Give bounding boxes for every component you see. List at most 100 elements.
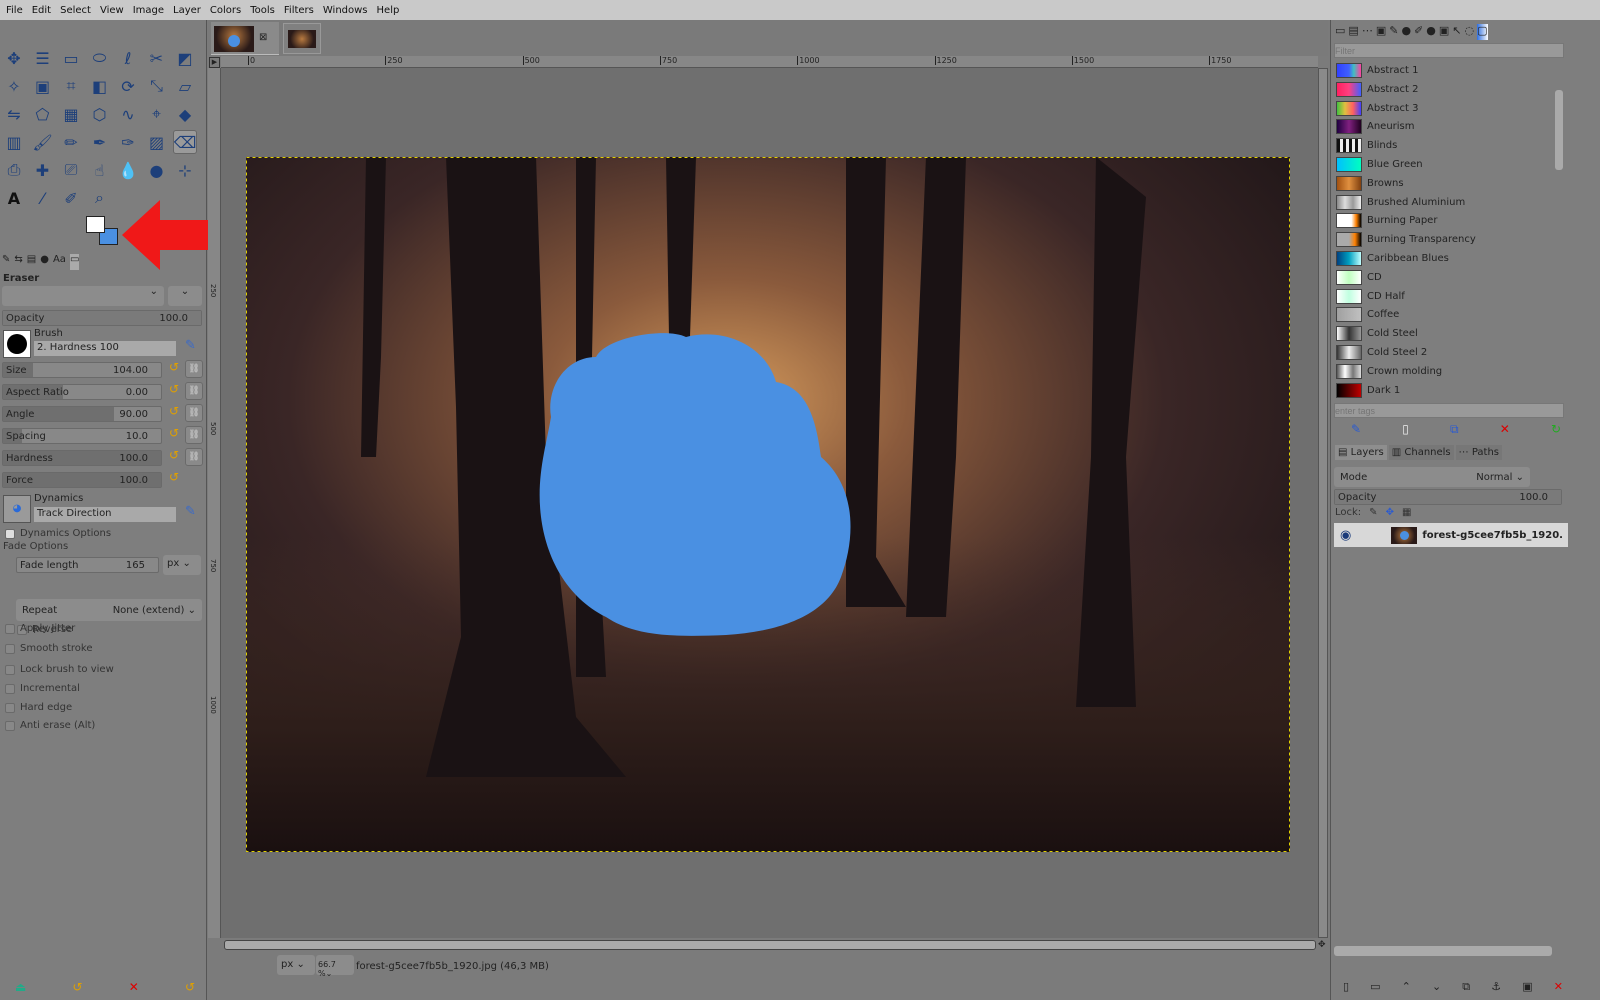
duplicate-layer-icon[interactable]: ⧉ [1462, 980, 1470, 994]
opacity-slider[interactable]: Opacity 100.0 [2, 310, 202, 326]
tags-input[interactable] [1334, 403, 1564, 418]
new-group-icon[interactable]: ▭ [1370, 980, 1380, 994]
paintbrush-icon[interactable]: 🖌 [31, 130, 55, 154]
layer-opacity-slider[interactable]: Opacity 100.0 [1334, 489, 1562, 505]
restore-options-icon[interactable]: ↺ [73, 980, 83, 994]
paths-dock-tab[interactable]: ⋯ [1362, 24, 1373, 40]
visibility-eye-icon[interactable]: ◉ [1340, 528, 1351, 543]
duplicate-gradient-icon[interactable]: ⧉ [1450, 422, 1459, 437]
unit-select[interactable]: px ⌄ [277, 955, 315, 975]
image-tab-active[interactable]: ⊠ [211, 22, 279, 55]
lower-layer-icon[interactable]: ⌄ [1432, 980, 1441, 994]
hard-edge-checkbox[interactable]: Hard edge [5, 702, 72, 713]
image-tab[interactable] [283, 23, 321, 54]
vertical-scrollbar[interactable] [1318, 68, 1328, 938]
gradient-item[interactable]: Cold Steel 2 [1336, 344, 1427, 361]
paths-icon[interactable]: ✐ [59, 186, 83, 210]
gradient-item[interactable]: Abstract 2 [1336, 81, 1419, 98]
link-icon[interactable]: ⛓ [185, 360, 203, 378]
handle-transform-icon[interactable]: ⌖ [145, 102, 169, 126]
gradient-item[interactable]: Aneurism [1336, 118, 1415, 135]
eraser-icon[interactable]: ⌫ [173, 130, 197, 154]
smooth-stroke-checkbox[interactable]: Smooth stroke [5, 643, 93, 654]
gradient-item[interactable]: Burning Transparency [1336, 231, 1476, 248]
layer-row[interactable]: ◉ forest-g5cee7fb5b_1920.jpg [1334, 523, 1568, 547]
cage-icon[interactable]: ⬡ [88, 102, 112, 126]
canvas-area[interactable] [221, 68, 1318, 938]
rotate-icon[interactable]: ⟳ [116, 74, 140, 98]
patterns-tab[interactable]: ● [1426, 24, 1436, 40]
measure-icon[interactable]: ⊹ [173, 158, 197, 182]
pencil-icon[interactable]: ✏ [59, 130, 83, 154]
flip-icon[interactable]: ⇋ [2, 102, 26, 126]
menu-select[interactable]: Select [60, 5, 91, 16]
incremental-checkbox[interactable]: Incremental [5, 683, 80, 694]
heal-icon[interactable]: ✚ [31, 158, 55, 182]
color-select-icon[interactable]: ▣ [31, 74, 55, 98]
tool-options-tab[interactable]: ✎ [2, 254, 10, 270]
fonts-tab[interactable]: Aa [53, 254, 66, 270]
new-gradient-icon[interactable]: ▯ [1402, 422, 1409, 437]
anchor-icon[interactable]: ⚓ [1491, 980, 1501, 994]
scissors-icon[interactable]: ✂ [145, 46, 169, 70]
zoom-icon[interactable]: ⌕ [88, 186, 112, 210]
edit-brush-icon[interactable]: ✎ [185, 338, 196, 353]
free-select-icon[interactable]: ℓ [116, 46, 140, 70]
new-layer-icon[interactable]: ▯ [1343, 980, 1349, 994]
lock-position-icon[interactable]: ✥ [1386, 507, 1394, 518]
fade-unit-select[interactable]: px ⌄ [163, 555, 201, 575]
gradient-item[interactable]: Dark 1 [1336, 382, 1400, 399]
gradient-item[interactable]: Brushed Aluminium [1336, 194, 1465, 211]
gradient-filter-input[interactable] [1334, 43, 1564, 58]
gradient-item[interactable]: Blue Green [1336, 156, 1423, 173]
aspect-ratio-slider[interactable]: Aspect Ratio 0.00 [2, 384, 162, 400]
fuzzy-select-icon[interactable]: ✧ [2, 74, 26, 98]
blur-icon[interactable]: 💧 [116, 158, 140, 182]
gradient-icon[interactable]: ▥ [2, 130, 26, 154]
force-slider[interactable]: Force 100.0 [2, 472, 162, 488]
text-icon[interactable]: A [2, 186, 26, 210]
device-status-tab[interactable]: ⇆ [14, 254, 22, 270]
anti-erase-alt-checkbox[interactable]: Anti erase (Alt) [5, 720, 95, 731]
gradient-list-scrollbar[interactable] [1555, 90, 1563, 170]
reset-icon[interactable]: ↺ [169, 470, 179, 484]
delete-layer-icon[interactable]: ✕ [1554, 980, 1563, 994]
tab-paths[interactable]: ⋯ Paths [1455, 445, 1503, 460]
device-tab[interactable]: ▤ [1348, 24, 1358, 40]
gradient-item[interactable]: Abstract 1 [1336, 62, 1419, 79]
gradient-item[interactable]: Coffee [1336, 306, 1399, 323]
preset-select[interactable]: ⌄ [2, 286, 164, 306]
reset-icon[interactable]: ↺ [169, 426, 179, 440]
brush-name-field[interactable]: 2. Hardness 100 [34, 341, 176, 356]
tool-options-dock-tab[interactable]: ▭ [1335, 24, 1345, 40]
save-options-icon[interactable]: ⏏ [15, 980, 26, 994]
foreground-select-icon[interactable]: ◩ [173, 46, 197, 70]
navigate-icon[interactable]: ✥ [1318, 940, 1326, 950]
size-slider[interactable]: Size 104.00 [2, 362, 162, 378]
layers-scrollbar[interactable] [1334, 946, 1552, 956]
raise-layer-icon[interactable]: ⌃ [1402, 980, 1411, 994]
close-tab-icon[interactable]: ⊠ [259, 32, 267, 43]
lock-brush-to-view-checkbox[interactable]: Lock brush to view [5, 664, 114, 675]
mypaint-icon[interactable]: ▨ [145, 130, 169, 154]
airbrush-icon[interactable]: ✒ [88, 130, 112, 154]
palette-tab[interactable]: ▣ [1439, 24, 1449, 40]
layer-name[interactable]: forest-g5cee7fb5b_1920.jpg [1422, 530, 1562, 541]
dynamics-field[interactable]: Track Direction [34, 507, 176, 522]
color-picker-icon[interactable]: ⁄ [31, 186, 55, 210]
tab-channels[interactable]: ▥ Channels [1388, 445, 1454, 460]
brushes-dock-tab[interactable]: ● [1401, 24, 1411, 40]
smudge-icon[interactable]: ☝ [88, 158, 112, 182]
gradient-item[interactable]: CD [1336, 269, 1382, 286]
foreground-color-swatch[interactable] [86, 216, 105, 233]
gradient-item[interactable]: Blinds [1336, 137, 1397, 154]
mask-icon[interactable]: ▣ [1522, 980, 1532, 994]
horizontal-scrollbar[interactable] [224, 940, 1316, 950]
link-icon[interactable]: ⛓ [185, 426, 203, 444]
align-icon[interactable]: ☰ [31, 46, 55, 70]
edit-gradient-icon[interactable]: ✎ [1351, 422, 1361, 437]
menu-file[interactable]: File [6, 5, 23, 16]
menu-layer[interactable]: Layer [173, 5, 201, 16]
zoom-select[interactable]: 66.7 %⌄ [316, 955, 354, 978]
reset-icon[interactable]: ↺ [169, 448, 179, 462]
